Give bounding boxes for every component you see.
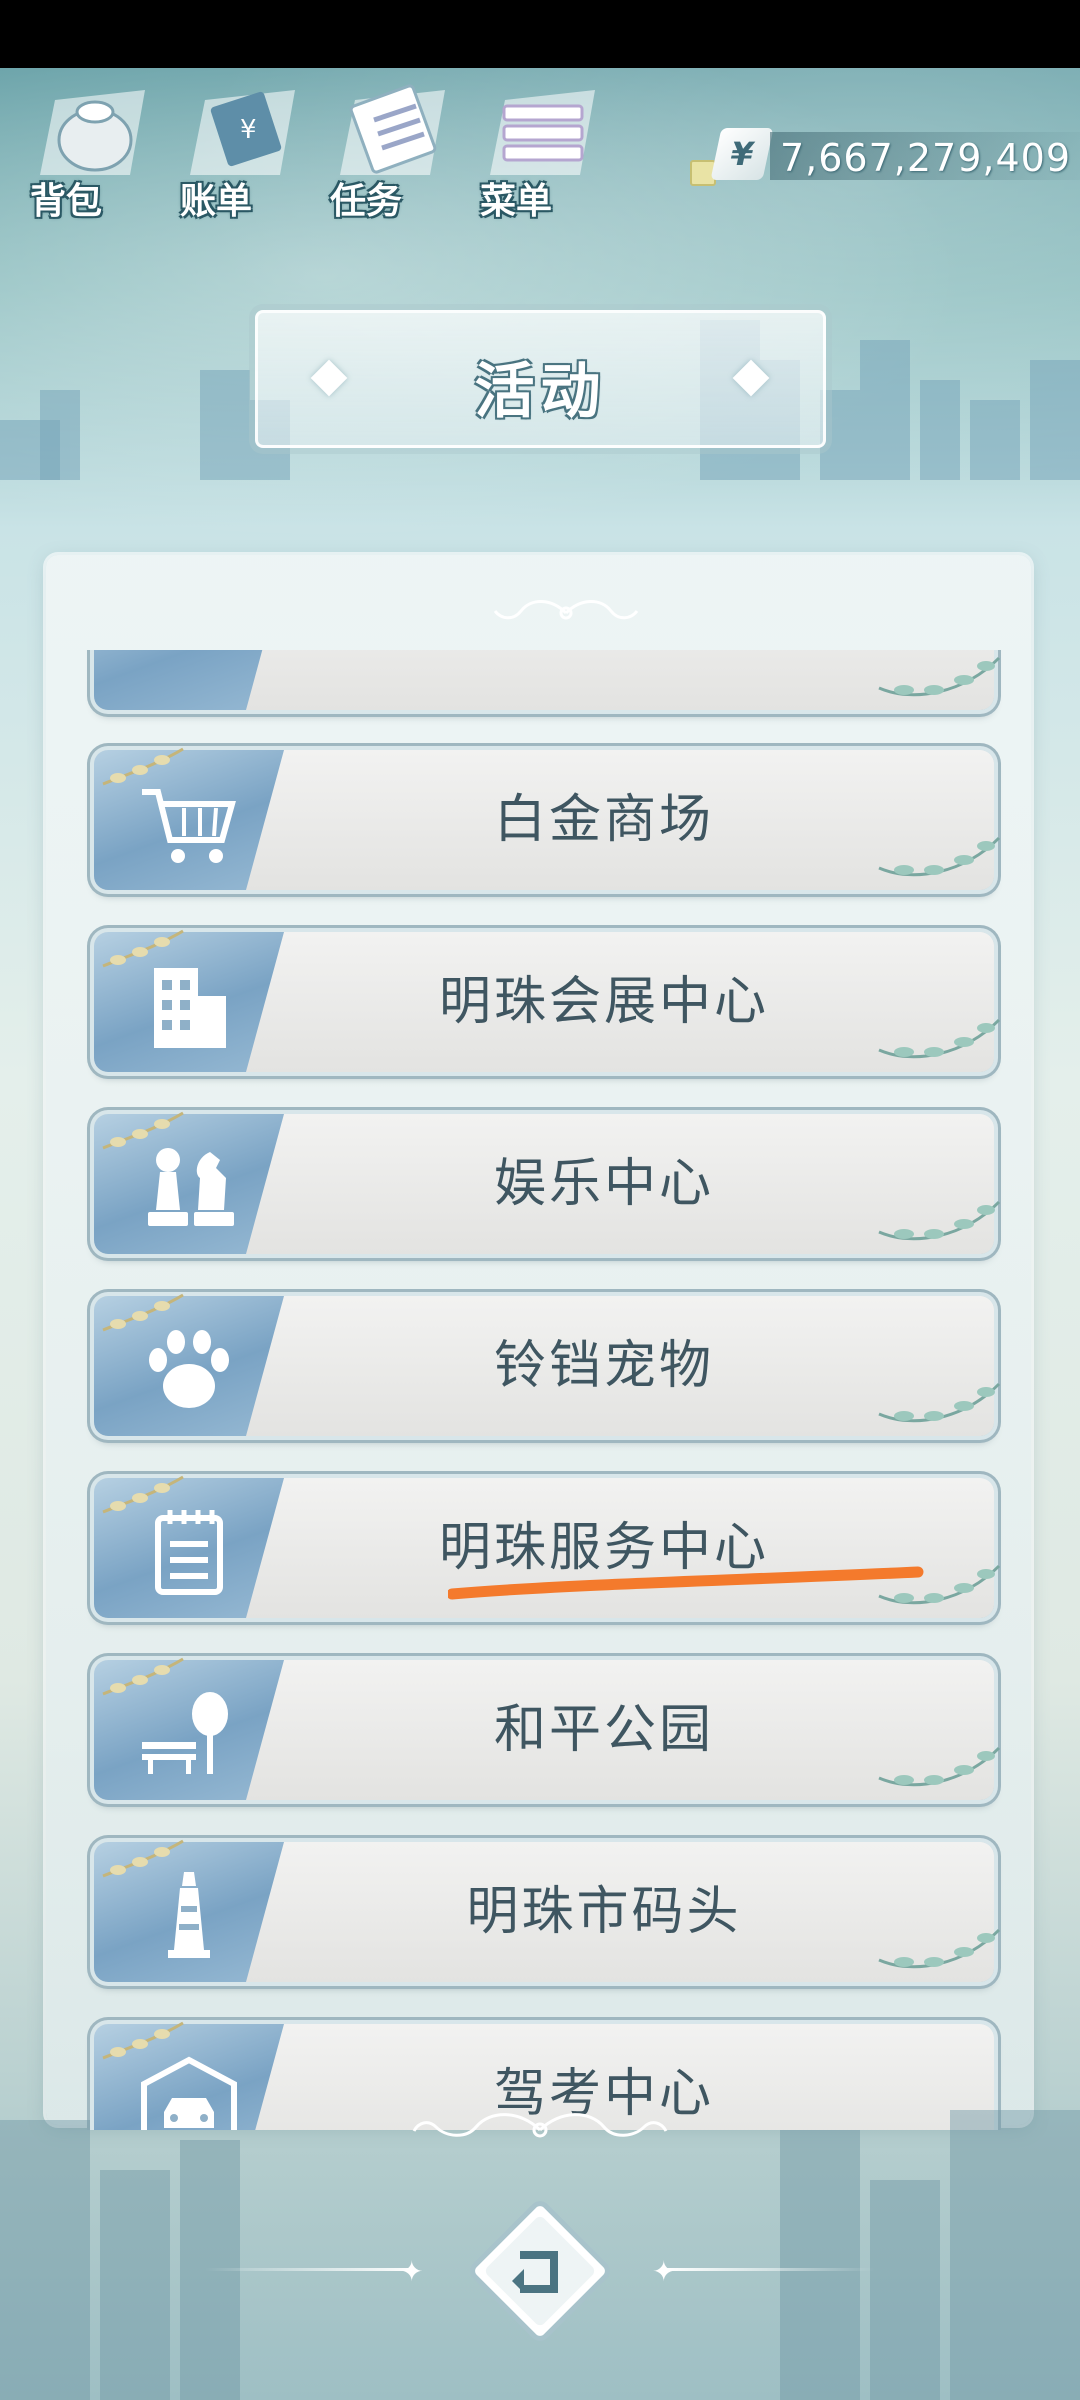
status-bar: [0, 0, 1080, 68]
list-item-pearl-city-pier[interactable]: 明珠市码头: [94, 1839, 1001, 1982]
item-card: 和平公园: [94, 1660, 994, 1800]
leaf-decoration-icon: [102, 929, 184, 968]
leaf-decoration-icon: [102, 747, 184, 786]
item-card: 明珠市码头: [94, 1842, 994, 1982]
sparkle-icon: ✦: [400, 2255, 424, 2288]
page-title-plate: 活动: [255, 310, 826, 448]
leaf-decoration-icon: [878, 1382, 1001, 1423]
leaf-decoration-icon: [102, 1839, 184, 1878]
activity-list[interactable]: 白金商场 明珠会展中心 娱乐中心 铃铛宠物 明珠服务中心 和平公园 明珠市码头 …: [46, 650, 1031, 2130]
svg-text:¥: ¥: [240, 115, 257, 145]
menu-icon: [490, 90, 595, 175]
leaf-decoration-icon: [102, 1293, 184, 1332]
task-icon: [340, 84, 445, 175]
list-item-entertainment-center[interactable]: 娱乐中心: [94, 1111, 1001, 1254]
list-item-platinum-mall[interactable]: 白金商场: [94, 747, 1001, 890]
item-label: [284, 650, 924, 710]
leaf-decoration-icon: [102, 1111, 184, 1150]
back-button[interactable]: [462, 2193, 618, 2349]
item-label: 明珠会展中心: [438, 972, 769, 1032]
orange-underline-annotation: [448, 1566, 924, 1600]
task-button[interactable]: 任务: [330, 80, 460, 222]
leaf-decoration-icon: [102, 1657, 184, 1696]
leaf-decoration-icon: [878, 1746, 1001, 1787]
item-icon-box: [94, 650, 284, 710]
bag-label: 背包: [30, 181, 103, 222]
decorative-line: [665, 2268, 875, 2271]
list-item-pearl-expo-center[interactable]: 明珠会展中心: [94, 929, 1001, 1072]
top-nav: 背包 ¥ 账单 任务 菜单: [30, 80, 630, 222]
bill-icon: ¥: [190, 90, 295, 175]
back-arrow-icon: [470, 2201, 610, 2341]
menu-button[interactable]: 菜单: [480, 80, 610, 222]
leaf-decoration-icon: [102, 2021, 184, 2060]
list-item-hidden[interactable]: [94, 650, 1001, 710]
task-label: 任务: [330, 181, 403, 222]
currency-display: ¥ 7,667,279,409: [690, 128, 1080, 188]
page-title: 活动: [474, 357, 607, 427]
leaf-decoration-icon: [878, 656, 1001, 697]
item-label: 铃铛宠物: [493, 1336, 714, 1396]
currency-amount: 7,667,279,409: [780, 136, 1072, 180]
item-label: 明珠市码头: [466, 1882, 742, 1942]
yen-icon: ¥: [710, 128, 774, 180]
bag-icon: [40, 90, 145, 175]
item-card: 铃铛宠物: [94, 1296, 994, 1436]
leaf-decoration-icon: [878, 1200, 1001, 1241]
item-label: 白金商场: [493, 790, 714, 850]
menu-label: 菜单: [480, 181, 553, 222]
leaf-decoration-icon: [878, 836, 1001, 877]
leaf-decoration-icon: [102, 1475, 184, 1514]
decorative-line: [205, 2268, 415, 2271]
item-card: 娱乐中心: [94, 1114, 994, 1254]
ornament-icon: [493, 600, 639, 620]
list-item-bell-pets[interactable]: 铃铛宠物: [94, 1293, 1001, 1436]
item-card: 明珠会展中心: [94, 932, 994, 1072]
list-item-peace-park[interactable]: 和平公园: [94, 1657, 1001, 1800]
item-label: 和平公园: [493, 1700, 714, 1760]
item-label: 娱乐中心: [493, 1154, 714, 1214]
item-card: 白金商场: [94, 750, 994, 890]
bag-button[interactable]: 背包: [30, 80, 160, 222]
leaf-decoration-icon: [878, 1928, 1001, 1969]
bill-label: 账单: [180, 181, 253, 222]
item-card: [94, 650, 994, 710]
bill-button[interactable]: ¥ 账单: [180, 80, 310, 222]
sparkle-icon: ✦: [652, 2255, 676, 2288]
leaf-decoration-icon: [878, 1018, 1001, 1059]
